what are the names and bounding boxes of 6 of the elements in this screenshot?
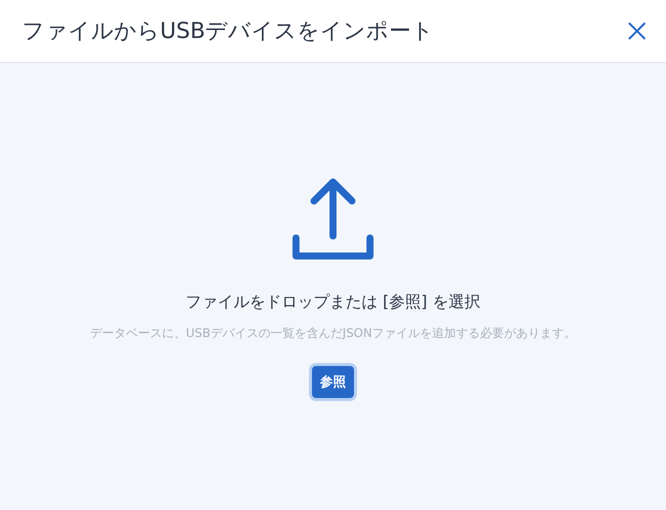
dialog-title: ファイルからUSBデバイスをインポート <box>22 18 434 46</box>
browse-button[interactable]: 参照 <box>312 366 354 398</box>
dropzone-description: データベースに、USBデバイスの一覧を含んだJSONファイルを追加する必要があります。 <box>90 325 576 342</box>
upload-icon <box>292 178 374 260</box>
close-icon[interactable] <box>628 22 646 40</box>
dropzone-heading: ファイルをドロップまたは [参照] を選択 <box>186 292 480 313</box>
